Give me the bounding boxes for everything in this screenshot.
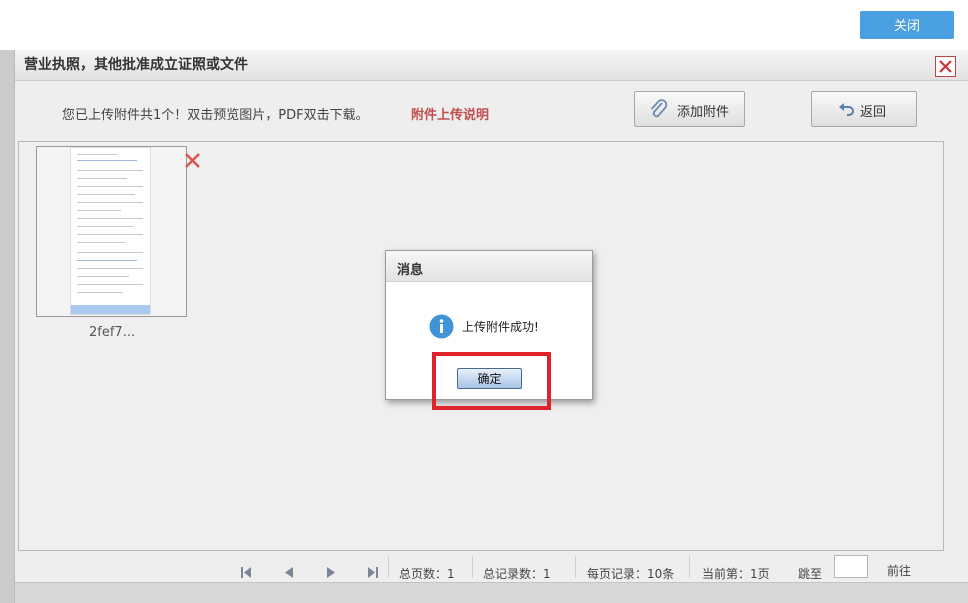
- go-button[interactable]: 前往: [887, 562, 911, 579]
- jump-to-label: 跳至: [798, 567, 823, 581]
- last-page-icon[interactable]: [368, 567, 378, 578]
- back-button[interactable]: 返回: [811, 91, 917, 127]
- document-preview-image: [70, 147, 151, 315]
- file-thumbnail[interactable]: [36, 146, 200, 317]
- close-button[interactable]: 关闭: [860, 11, 954, 39]
- dialog-message: 上传附件成功!: [462, 320, 539, 334]
- info-icon: [429, 314, 454, 339]
- dialog-title: 消息: [397, 263, 424, 278]
- undo-arrow-icon: [839, 103, 854, 116]
- file-name: 2fef7...: [89, 325, 136, 340]
- window-titlebar: 营业执照，其他批准成立证照或文件: [15, 50, 968, 81]
- upload-info-text: 您已上传附件共1个！双击预览图片，PDF双击下载。: [62, 108, 369, 123]
- total-records-text: 总记录数：1: [483, 567, 551, 581]
- top-bar: 关闭: [0, 0, 968, 50]
- add-attachment-label: 添加附件: [677, 104, 730, 119]
- add-attachment-button[interactable]: 添加附件: [634, 91, 745, 127]
- jump-page-input[interactable]: [834, 555, 868, 578]
- back-label: 返回: [860, 104, 887, 119]
- pagination-bar: 总页数：1 总记录数：1 每页记录：10条 当前第：1页 跳至 前往: [15, 552, 968, 582]
- remove-file-icon[interactable]: [184, 152, 201, 169]
- total-pages-text: 总页数：1: [399, 567, 455, 581]
- window-close-icon[interactable]: [935, 56, 956, 77]
- upload-instructions-link[interactable]: 附件上传说明: [411, 104, 489, 123]
- footer-strip: [15, 582, 968, 603]
- current-page-text: 当前第：1页: [702, 567, 770, 581]
- dialog-titlebar: 消息: [386, 251, 592, 282]
- first-page-icon[interactable]: [241, 567, 251, 578]
- highlight-box: [432, 352, 551, 410]
- paperclip-icon: [650, 99, 668, 118]
- next-page-icon[interactable]: [327, 567, 335, 578]
- records-per-page-text: 每页记录：10条: [587, 567, 675, 581]
- previous-page-icon[interactable]: [285, 567, 293, 578]
- window-title: 营业执照，其他批准成立证照或文件: [24, 57, 248, 73]
